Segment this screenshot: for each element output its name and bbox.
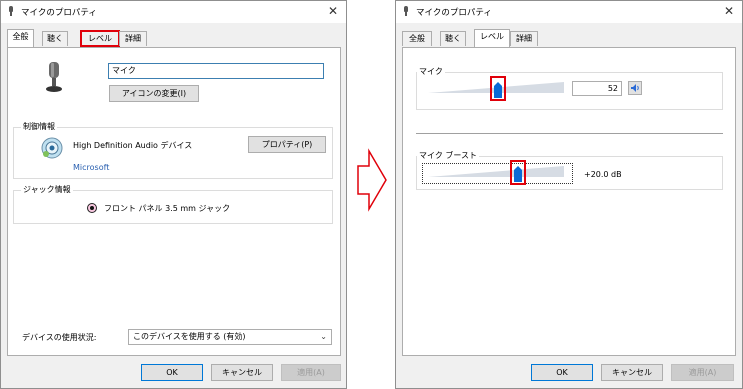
controller-vendor-link[interactable]: Microsoft (73, 163, 109, 172)
tab-content-general: マイク アイコンの変更(I) 制御情報 High Definition Audi… (7, 47, 341, 356)
boost-value: +20.0 dB (584, 170, 622, 179)
jack-description: フロント パネル 3.5 mm ジャック (104, 204, 231, 213)
controller-group-label: 制御情報 (21, 121, 57, 132)
speaker-icon (631, 84, 639, 92)
microphone-icon (403, 6, 409, 17)
left-properties-window: マイクのプロパティ ✕ 全般 聴く レベル 詳細 マイク アイコンの変更(I) … (0, 0, 347, 389)
apply-button[interactable]: 適用(A) (281, 364, 341, 381)
title-bar: マイクのプロパティ ✕ (396, 1, 742, 23)
tab-levels[interactable]: レベル (474, 29, 510, 47)
tab-general[interactable]: 全般 (7, 29, 34, 47)
close-icon[interactable]: ✕ (724, 4, 734, 18)
properties-button[interactable]: プロパティ(P) (248, 136, 326, 153)
cancel-button[interactable]: キャンセル (601, 364, 663, 381)
boost-slider-thumb[interactable] (514, 166, 522, 182)
microphone-icon (8, 6, 14, 17)
jack-group-label: ジャック情報 (21, 184, 73, 195)
device-usage-value: このデバイスを使用する (有効) (133, 332, 246, 341)
ok-button[interactable]: OK (531, 364, 593, 381)
chevron-down-icon: ⌄ (320, 332, 327, 341)
device-name-input[interactable]: マイク (108, 63, 324, 79)
apply-button[interactable]: 適用(A) (671, 364, 734, 381)
close-icon[interactable]: ✕ (328, 4, 338, 18)
jack-dot-icon (87, 203, 97, 213)
title-bar: マイクのプロパティ ✕ (1, 1, 346, 23)
microphone-icon (46, 62, 62, 92)
speaker-cd-icon (41, 137, 63, 159)
tab-general[interactable]: 全般 (402, 31, 432, 46)
mute-button[interactable] (628, 81, 642, 95)
tab-content-levels: マイク 52 マイク ブースト +20.0 dB (402, 47, 736, 356)
tab-advanced[interactable]: 詳細 (119, 31, 147, 46)
ok-button[interactable]: OK (141, 364, 203, 381)
tab-listen[interactable]: 聴く (42, 31, 68, 46)
window-title: マイクのプロパティ (416, 8, 492, 18)
mic-group-label: マイク (417, 66, 445, 77)
tab-levels[interactable]: レベル (80, 30, 120, 47)
device-usage-label: デバイスの使用状況: (22, 333, 97, 342)
controller-name: High Definition Audio デバイス (73, 141, 193, 150)
mic-level-value[interactable]: 52 (572, 81, 622, 96)
tab-listen[interactable]: 聴く (440, 31, 466, 46)
right-arrow-icon (357, 148, 387, 212)
cancel-button[interactable]: キャンセル (211, 364, 273, 381)
boost-group-label: マイク ブースト (417, 150, 479, 161)
mic-level-thumb[interactable] (494, 82, 502, 98)
tab-advanced[interactable]: 詳細 (510, 31, 538, 46)
right-properties-window: マイクのプロパティ ✕ 全般 聴く レベル 詳細 マイク 52 マイク ブースト (395, 0, 743, 389)
change-icon-button[interactable]: アイコンの変更(I) (109, 85, 199, 102)
separator (416, 133, 723, 134)
window-title: マイクのプロパティ (21, 8, 97, 18)
device-usage-dropdown[interactable]: このデバイスを使用する (有効) ⌄ (128, 329, 332, 345)
boost-slider-track (428, 166, 564, 177)
